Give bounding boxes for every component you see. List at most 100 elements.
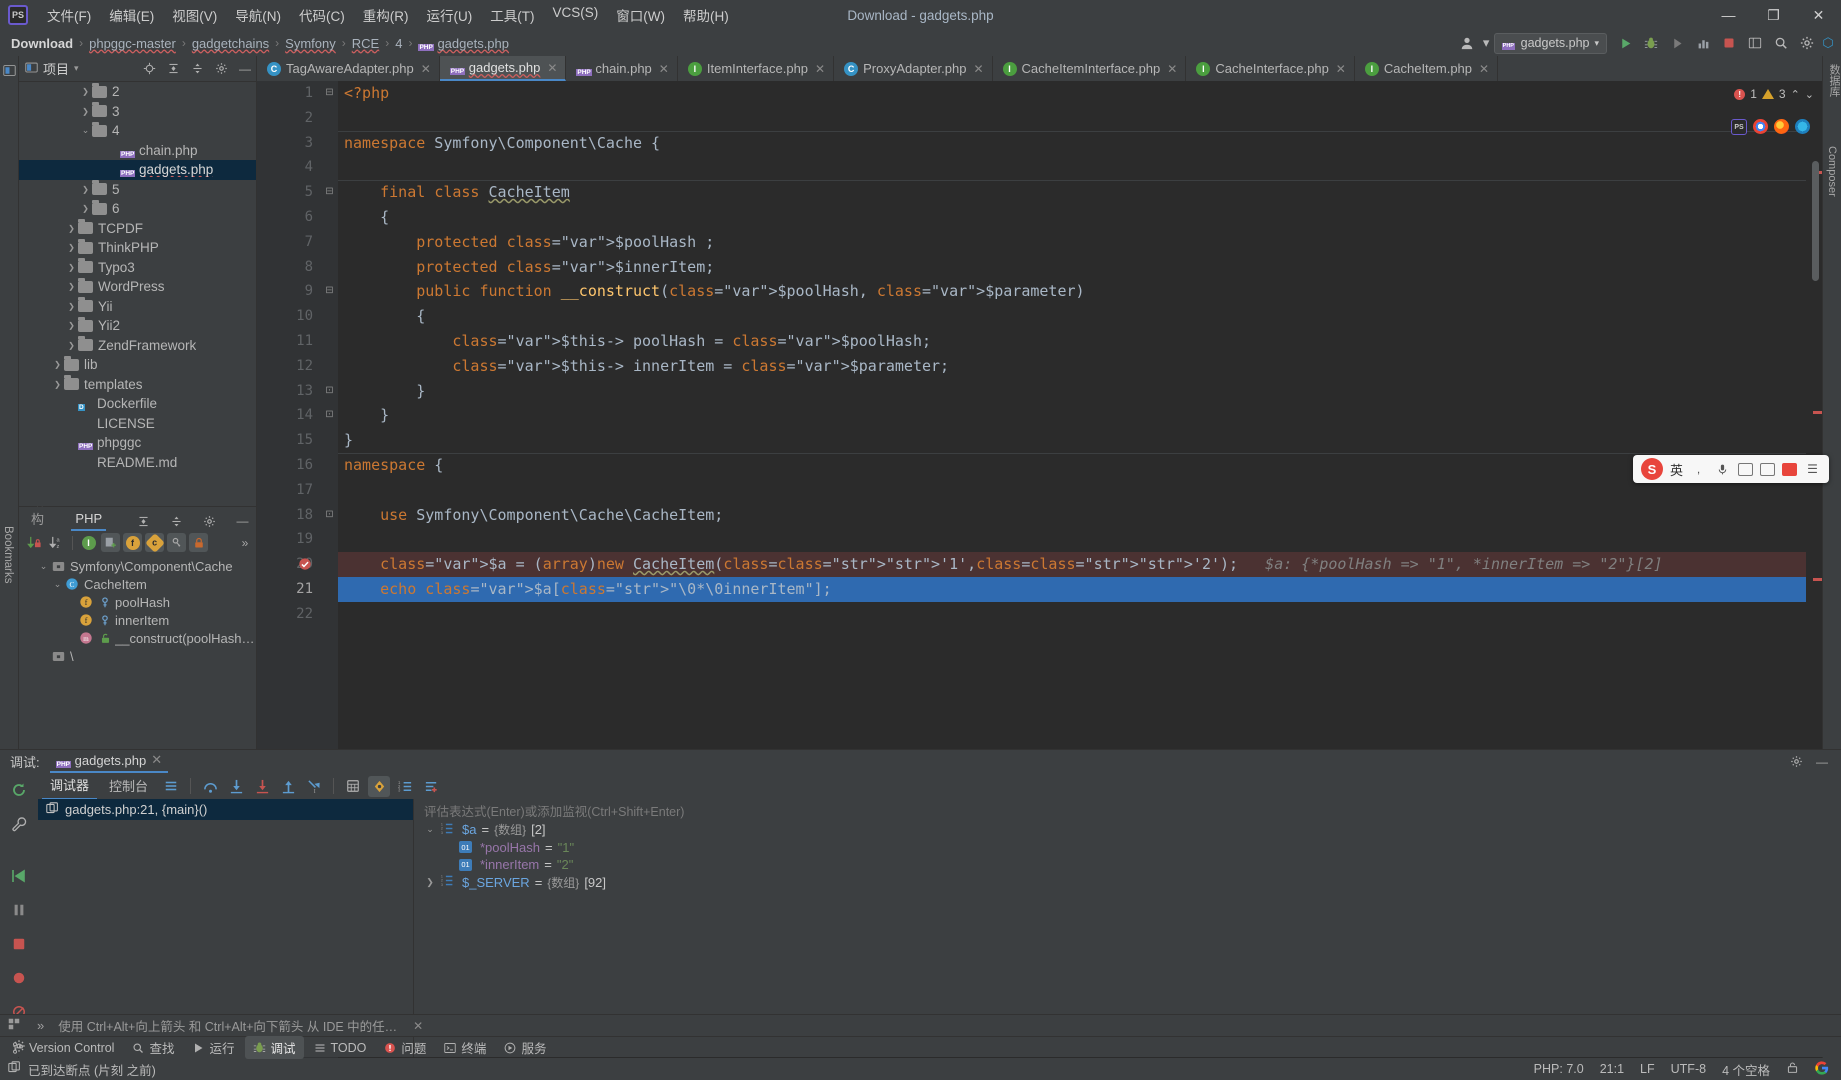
expand-all-icon[interactable]: [162, 59, 184, 79]
line-number[interactable]: 1: [257, 81, 322, 106]
chevron-right-icon[interactable]: ❯: [65, 341, 78, 350]
chevron-down-icon[interactable]: ▾: [1481, 32, 1492, 54]
collapse-all-icon[interactable]: [167, 511, 186, 531]
ime-mode[interactable]: 英: [1670, 460, 1683, 479]
breadcrumb-symfony[interactable]: Symfony: [282, 35, 339, 52]
toolwindow-debug[interactable]: 调试: [244, 1036, 304, 1059]
stop-icon[interactable]: [1717, 32, 1741, 54]
breakpoint-icon[interactable]: [298, 557, 312, 571]
locate-file-icon[interactable]: [138, 59, 160, 79]
code-line[interactable]: [338, 155, 1806, 180]
chevron-right-icon[interactable]: ❯: [424, 877, 436, 888]
code-line[interactable]: <?php: [338, 81, 1806, 106]
fold-marker-icon[interactable]: ⊡: [324, 385, 335, 397]
editor-tab[interactable]: I CacheInterface.php ✕: [1186, 56, 1355, 81]
line-number[interactable]: 16: [257, 453, 322, 478]
toolwindow-run[interactable]: 运行: [184, 1036, 242, 1059]
show-constants-icon[interactable]: c: [144, 532, 165, 553]
bookmarks-strip-label[interactable]: Bookmarks: [2, 526, 14, 584]
menu-icon[interactable]: ☰: [1804, 461, 1821, 478]
more-icon[interactable]: »: [31, 1018, 50, 1033]
close-icon[interactable]: ✕: [151, 752, 162, 768]
editor-tab[interactable]: C TagAwareAdapter.php ✕: [257, 56, 440, 81]
sort-alphabetically-icon[interactable]: az: [47, 533, 66, 552]
run-configuration-selector[interactable]: PHP gadgets.php ▾: [1493, 32, 1607, 54]
variable-row[interactable]: 01 *innerItem = "2": [420, 856, 1841, 874]
fold-marker-icon[interactable]: ⊟: [324, 187, 335, 198]
line-number[interactable]: 2: [257, 106, 322, 131]
hide-panel-icon[interactable]: —: [234, 59, 256, 79]
line-number[interactable]: 19: [257, 527, 322, 552]
close-icon[interactable]: ✕: [815, 62, 825, 76]
breadcrumb-gadgetchains[interactable]: gadgetchains: [189, 35, 272, 52]
step-over-icon[interactable]: [199, 776, 221, 797]
code-line[interactable]: public function __construct(class="var">…: [338, 279, 1806, 304]
chevron-right-icon[interactable]: ❯: [51, 380, 64, 389]
close-icon[interactable]: ✕: [405, 1019, 423, 1033]
breadcrumb-download[interactable]: Download: [8, 35, 76, 52]
variables-icon[interactable]: 123: [394, 776, 416, 797]
menu-refactor[interactable]: 重构(R): [354, 1, 418, 29]
project-tree-item[interactable]: LICENSE: [19, 414, 256, 434]
search-icon[interactable]: [1769, 32, 1793, 54]
toolwindow-find[interactable]: 查找: [124, 1036, 182, 1059]
project-tree-item[interactable]: ❯ templates: [19, 375, 256, 395]
edge-icon[interactable]: [1795, 119, 1810, 134]
chevron-down-icon[interactable]: ⌄: [424, 824, 436, 835]
hide-panel-icon[interactable]: —: [1811, 752, 1833, 772]
code-line[interactable]: [338, 602, 1806, 627]
code-line[interactable]: protected class="var">$innerItem;: [338, 255, 1806, 280]
code-line[interactable]: class="var">$this-> poolHash = class="va…: [338, 329, 1806, 354]
project-tree-item[interactable]: PHP gadgets.php: [19, 160, 256, 180]
breadcrumb-file[interactable]: PHP gadgets.php: [415, 35, 512, 52]
user-icon[interactable]: [1455, 32, 1479, 54]
settings-wrench-icon[interactable]: [7, 813, 31, 835]
line-separator-status[interactable]: LF: [1640, 1062, 1655, 1076]
project-tree-item[interactable]: D Dockerfile: [19, 394, 256, 414]
coverage-icon[interactable]: [1665, 32, 1689, 54]
php-version-status[interactable]: PHP: 7.0: [1534, 1062, 1584, 1076]
project-tree-item[interactable]: ❯ ThinkPHP: [19, 238, 256, 258]
close-icon[interactable]: ✕: [547, 61, 557, 75]
project-tree-item[interactable]: ❯ TCPDF: [19, 219, 256, 239]
project-tree-item[interactable]: ❯ 5: [19, 180, 256, 200]
chevron-up-icon[interactable]: ⌃: [1791, 88, 1800, 101]
pause-icon[interactable]: [7, 899, 31, 921]
toolwindow-version-control[interactable]: Version Control: [4, 1039, 122, 1057]
project-panel-title-group[interactable]: 项目 ▾: [25, 59, 79, 78]
line-number[interactable]: 5: [257, 180, 322, 205]
fold-marker-icon[interactable]: ⊡: [324, 410, 335, 421]
menu-navigate[interactable]: 导航(N): [226, 1, 290, 29]
line-number[interactable]: 18: [257, 503, 322, 528]
menu-vcs[interactable]: VCS(S): [544, 1, 608, 29]
editor-tab[interactable]: I CacheItem.php ✕: [1355, 56, 1499, 81]
editor-tab[interactable]: PHP gadgets.php ✕: [439, 56, 567, 81]
breadcrumb-4[interactable]: 4: [392, 35, 405, 52]
structure-tree-item[interactable]: f innerItem: [19, 611, 256, 629]
step-out-icon[interactable]: [277, 776, 299, 797]
chevron-right-icon[interactable]: ❯: [79, 204, 92, 213]
line-number[interactable]: 8: [257, 255, 322, 280]
stop-icon[interactable]: [7, 933, 31, 955]
line-number[interactable]: 21: [257, 577, 322, 602]
chevron-right-icon[interactable]: ❯: [79, 185, 92, 194]
chevron-right-icon[interactable]: ❯: [65, 282, 78, 291]
project-tree-item[interactable]: PHP phpggc: [19, 433, 256, 453]
code-line[interactable]: class="var">$a = (array)new CacheItem(cl…: [338, 552, 1806, 577]
editor-tab[interactable]: C ProxyAdapter.php ✕: [834, 56, 993, 81]
more-icon[interactable]: »: [234, 533, 256, 553]
line-number[interactable]: 10: [257, 304, 322, 329]
watch-input[interactable]: 评估表达式(Enter)或添加监视(Ctrl+Shift+Enter): [414, 799, 1841, 821]
variable-row[interactable]: 01 *poolHash = "1": [420, 839, 1841, 857]
close-button[interactable]: ✕: [1796, 0, 1841, 30]
line-number[interactable]: 4: [257, 155, 322, 180]
debug-session-tab[interactable]: PHP gadgets.php ✕: [49, 750, 169, 773]
editor-tab[interactable]: PHP chain.php ✕: [566, 56, 678, 81]
show-inherited-icon[interactable]: I: [79, 533, 98, 552]
encoding-status[interactable]: UTF-8: [1671, 1062, 1706, 1076]
composer-strip-label[interactable]: Composer: [1826, 146, 1838, 197]
screenshot-icon[interactable]: [1782, 462, 1797, 476]
fold-marker-icon[interactable]: ⊡: [324, 509, 335, 521]
show-private-icon[interactable]: [189, 533, 208, 552]
breadcrumb-rce[interactable]: RCE: [349, 35, 382, 52]
